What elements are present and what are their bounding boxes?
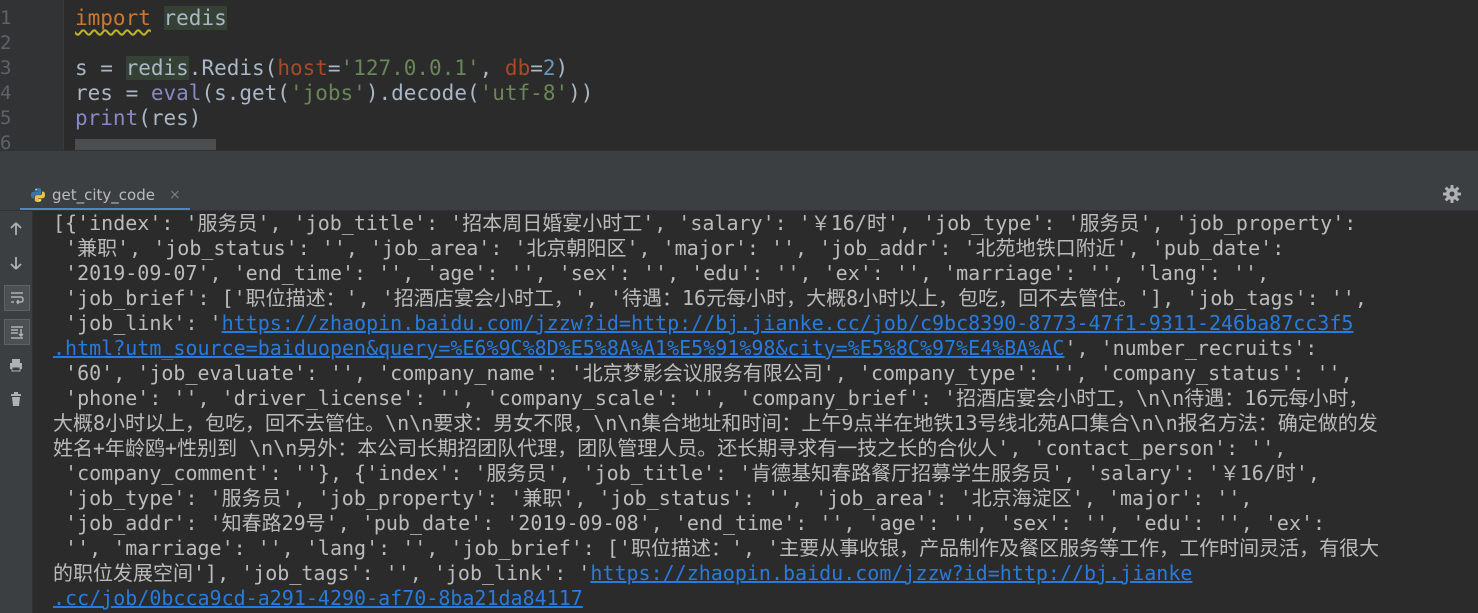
gutter-separator xyxy=(63,0,64,150)
module-name: redis xyxy=(125,56,189,80)
horizontal-scrollbar[interactable] xyxy=(75,139,216,150)
job-link[interactable]: .html?utm_source=baiduopen&query=%E6%9C%… xyxy=(53,336,1064,360)
code-line-5[interactable]: print(res) xyxy=(75,106,201,131)
console-line: 姓名+年龄鸥+性别到 \n\n另外：本公司长期招团队代理，团队管理人员。还长期寻… xyxy=(53,436,1287,460)
console-line: .cc/job/0bcca9cd-a291-4290-af70-8ba21da8… xyxy=(53,586,583,611)
console-line: 'job_type': '服务员', 'job_property': '兼职',… xyxy=(53,486,1253,510)
keyword-import: import xyxy=(75,6,151,30)
panel-splitter[interactable] xyxy=(0,150,1478,180)
console-line: 的职位发展空间'], 'job_tags': '', 'job_link': '… xyxy=(53,561,1192,586)
print-icon[interactable] xyxy=(4,353,28,377)
job-link[interactable]: .cc/job/0bcca9cd-a291-4290-af70-8ba21da8… xyxy=(53,586,583,610)
param-host: host xyxy=(277,56,328,80)
code-token: (s.get( xyxy=(201,81,290,105)
line-number: 2 xyxy=(0,32,12,54)
code-token: = xyxy=(327,56,341,80)
line-number: 4 xyxy=(0,82,12,104)
console-output[interactable]: [{'index': '服务员', 'job_title': '招本周日婚宴小时… xyxy=(33,211,1478,613)
close-icon[interactable]: × xyxy=(169,187,181,203)
console-line: .html?utm_source=baiduopen&query=%E6%9C%… xyxy=(53,336,1317,361)
code-token: ) xyxy=(555,56,569,80)
code-line-4[interactable]: res = eval(s.get('jobs').decode('utf-8')… xyxy=(75,81,593,106)
code-token: .Redis( xyxy=(188,56,278,80)
code-token: ).decode( xyxy=(365,81,480,105)
line-number: 3 xyxy=(0,57,12,79)
console-line: 'job_link': 'https://zhaopin.baidu.com/j… xyxy=(53,311,1353,336)
active-tab-indicator xyxy=(20,208,190,210)
string-literal: 'utf-8' xyxy=(479,81,569,105)
job-link[interactable]: https://zhaopin.baidu.com/jzzw?id=http:/… xyxy=(222,311,1354,335)
module-name: redis xyxy=(163,6,227,30)
line-number: 6 xyxy=(0,132,12,150)
down-arrow-icon[interactable] xyxy=(4,251,28,275)
trash-icon[interactable] xyxy=(4,387,28,411)
tab-get-city-code[interactable]: get_city_code × xyxy=(20,179,193,210)
line-number: 1 xyxy=(0,7,12,29)
console-line: [{'index': '服务员', 'job_title': '招本周日婚宴小时… xyxy=(53,211,1357,235)
console-line: 'company_comment': ''}, {'index': '服务员',… xyxy=(53,461,1320,485)
code-editor[interactable]: 1 2 3 4 5 6 import redis s = redis.Redis… xyxy=(0,0,1478,150)
string-literal: '127.0.0.1' xyxy=(340,56,480,80)
python-icon xyxy=(30,187,46,203)
code-line-3[interactable]: s = redis.Redis(host='127.0.0.1', db=2) xyxy=(75,56,568,81)
console-line: 'phone': '', 'driver_license': '', 'comp… xyxy=(53,386,1369,410)
param-db: db xyxy=(504,56,531,80)
scroll-to-end-icon[interactable] xyxy=(4,319,30,345)
code-token: )) xyxy=(568,81,594,105)
line-number: 5 xyxy=(0,107,12,129)
console-line: 大概8小时以上，包吃，回不去管住。\n\n要求：男女不限，\n\n集合地址和时间… xyxy=(53,411,1378,435)
code-line-1[interactable]: import redis xyxy=(75,6,227,31)
console-text: 'job_link': ' xyxy=(53,311,222,335)
console-line: '', 'marriage': '', 'lang': '', 'job_bri… xyxy=(53,536,1380,560)
string-literal: 'jobs' xyxy=(289,81,366,105)
console-line: '2019-09-07', 'end_time': '', 'age': '',… xyxy=(53,261,1270,285)
soft-wrap-icon[interactable] xyxy=(4,285,30,311)
code-token: , xyxy=(479,56,505,80)
builtin-print: print xyxy=(75,106,139,130)
builtin-eval: eval xyxy=(150,81,202,105)
code-token: res = xyxy=(75,81,151,105)
job-link[interactable]: https://zhaopin.baidu.com/jzzw?id=http:/… xyxy=(590,561,1192,585)
console-line: '60', 'job_evaluate': '', 'company_name'… xyxy=(53,361,1353,385)
run-tab-bar: get_city_code × xyxy=(0,179,1478,211)
tab-label: get_city_code xyxy=(52,185,155,204)
number-literal: 2 xyxy=(542,56,556,80)
gear-icon[interactable] xyxy=(1442,184,1462,204)
run-toolbar xyxy=(0,211,33,613)
code-token: (res) xyxy=(138,106,202,130)
line-number-gutter: 1 2 3 4 5 6 xyxy=(0,0,63,150)
console-line: 'job_brief': ['职位描述：', '招酒店宴会小时工，', '待遇：… xyxy=(53,286,1367,310)
console-line: 'job_addr': '知春路29号', 'pub_date': '2019-… xyxy=(53,511,1326,535)
code-token: s = xyxy=(75,56,126,80)
console-text: ', 'number_recruits': xyxy=(1064,336,1318,360)
console-line: '兼职', 'job_status': '', 'job_area': '北京朝… xyxy=(53,236,1285,260)
code-token: = xyxy=(530,56,543,80)
console-text: 的职位发展空间'], 'job_tags': '', 'job_link': ' xyxy=(53,561,591,585)
up-arrow-icon[interactable] xyxy=(4,217,28,241)
